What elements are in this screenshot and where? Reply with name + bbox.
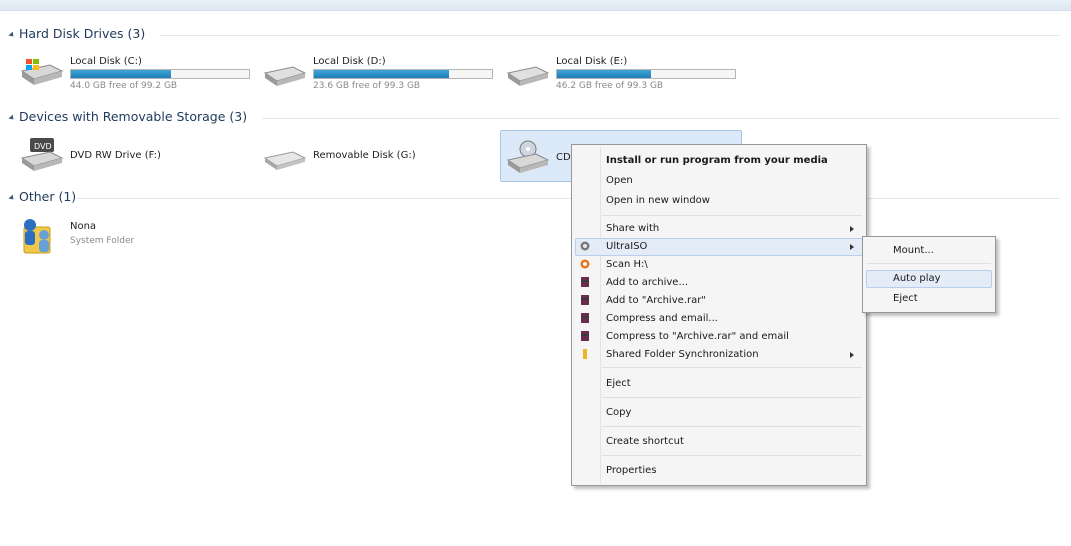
menu-separator [602,215,862,216]
usage-fill [71,70,171,78]
ultraiso-submenu: Mount... Auto play Eject [862,236,996,313]
windows-drive-icon [20,59,64,85]
usage-bar [556,69,736,79]
menu-item-create-shortcut[interactable]: Create shortcut [606,436,684,447]
svg-text:DVD: DVD [34,142,52,151]
section-title: Devices with Removable Storage (3) [19,109,248,124]
context-menu: Install or run program from your media O… [571,144,867,486]
menu-item-compress-to-rar-and-email[interactable]: Compress to "Archive.rar" and email [606,331,789,342]
submenu-item-mount[interactable]: Mount... [893,245,934,256]
menu-separator [867,263,991,264]
submenu-arrow-icon [850,352,854,358]
section-other[interactable]: Other (1) [8,189,77,204]
menu-item-open[interactable]: Open [606,175,633,186]
menu-item-compress-and-email[interactable]: Compress and email... [606,313,718,324]
menu-item-ultraiso[interactable]: UltraISO [606,241,647,252]
menu-item-properties[interactable]: Properties [606,465,657,476]
divider [262,118,1060,119]
collapse-arrow-icon[interactable] [8,30,16,39]
menu-item-shared-folder-sync[interactable]: Shared Folder Synchronization [606,349,759,360]
drive-name: Local Disk (E:) [556,56,628,67]
menu-item-scan[interactable]: Scan H:\ [606,259,648,270]
section-hard-disk-drives[interactable]: Hard Disk Drives (3) [8,26,146,41]
menu-item-eject[interactable]: Eject [606,378,631,389]
device-name: CD [556,152,571,163]
menu-item-open-new-window[interactable]: Open in new window [606,195,710,206]
collapse-arrow-icon[interactable] [8,193,16,202]
free-space-text: 23.6 GB free of 99.3 GB [313,81,421,91]
antivirus-scan-icon [580,259,590,269]
submenu-arrow-icon [850,226,854,232]
removable-disk-icon [263,151,307,170]
winrar-icon [581,295,589,305]
menu-item-add-to-archive-rar[interactable]: Add to "Archive.rar" [606,295,706,306]
winrar-icon [581,331,589,341]
section-removable-storage[interactable]: Devices with Removable Storage (3) [8,109,248,124]
drive-name: Local Disk (C:) [70,56,142,67]
collapse-arrow-icon[interactable] [8,113,16,122]
usage-fill [557,70,652,78]
menu-item-install[interactable]: Install or run program from your media [606,155,828,166]
winrar-icon [581,277,589,287]
menu-separator [602,397,862,398]
submenu-item-auto-play[interactable]: Auto play [893,273,941,284]
menu-separator [602,426,862,427]
user-folder-icon [23,219,51,254]
sync-icon [583,349,587,359]
cd-drive-icon [506,140,550,173]
usage-fill [314,70,450,78]
section-title: Other (1) [19,189,77,204]
item-name: Nona [70,221,97,232]
usage-bar [70,69,250,79]
usage-bar [313,69,493,79]
submenu-arrow-icon [850,244,854,250]
section-title: Hard Disk Drives (3) [19,26,146,41]
device-name: DVD RW Drive (F:) [70,150,161,161]
ultraiso-icon [580,241,590,251]
menu-item-add-to-archive[interactable]: Add to archive... [606,277,688,288]
menu-item-share-with[interactable]: Share with [606,223,659,234]
toolbar [0,0,1071,11]
item-type: System Folder [70,236,135,246]
device-name: Removable Disk (G:) [313,150,416,161]
drive-name: Local Disk (D:) [313,56,386,67]
free-space-text: 46.2 GB free of 99.3 GB [556,81,664,91]
hard-drive-icon [506,66,550,86]
divider [76,198,1060,199]
menu-separator [602,455,862,456]
menu-gutter [600,147,601,483]
divider [160,35,1060,36]
menu-item-copy[interactable]: Copy [606,407,631,418]
free-space-text: 44.0 GB free of 99.2 GB [70,81,178,91]
winrar-icon [581,313,589,323]
dvd-drive-icon: DVD [20,138,64,171]
hard-drive-icon [263,66,307,86]
submenu-item-eject[interactable]: Eject [893,293,918,304]
menu-separator [602,367,862,368]
